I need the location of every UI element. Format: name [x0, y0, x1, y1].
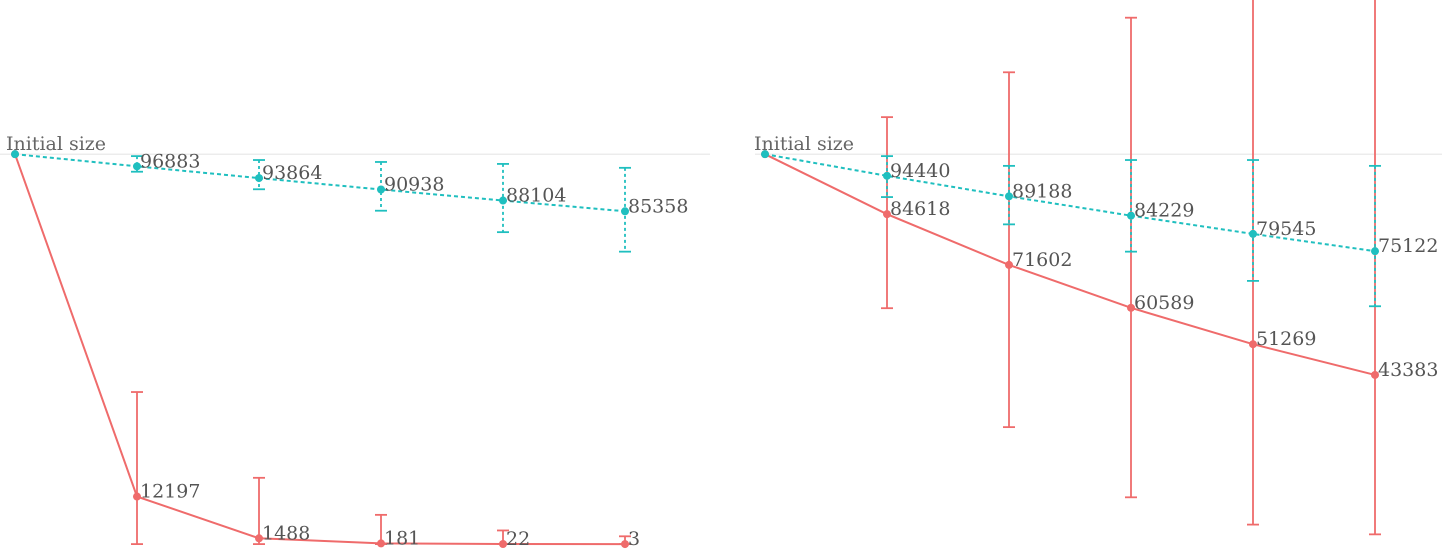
- red-series-data-label: 181: [384, 527, 420, 549]
- red-series-line: [14, 153, 626, 546]
- baseline-label: Initial size: [6, 133, 106, 155]
- red-series-data-label: 1488: [262, 522, 310, 544]
- teal-series-data-label: 84229: [1134, 200, 1194, 222]
- chart-canvas: Initial size 12197 1488 181 22 3 96883 93864 909…: [0, 0, 1442, 550]
- red-series-data-label: 71602: [1012, 249, 1072, 271]
- teal-series-data-label: 89188: [1012, 180, 1072, 202]
- red-series-data-label: 51269: [1256, 328, 1316, 350]
- red-series-data-label: 60589: [1134, 292, 1194, 314]
- teal-series-data-label: 90938: [384, 174, 444, 196]
- teal-series-initial-point: [761, 150, 769, 159]
- teal-series-data-label: 88104: [506, 185, 566, 207]
- baseline-label: Initial size: [754, 133, 854, 155]
- red-series-data-label: 12197: [140, 481, 200, 503]
- teal-series-initial-point: [11, 150, 19, 159]
- red-series-data-label: 22: [506, 528, 530, 550]
- teal-series-data-label: 85358: [628, 195, 688, 217]
- left-panel: Initial size 12197 1488 181 22 3 96883 93864 909…: [0, 133, 710, 550]
- teal-series-data-label: 96883: [140, 150, 200, 172]
- teal-series-data-label: 94440: [890, 160, 950, 182]
- red-series-data-label: 43383: [1378, 359, 1438, 381]
- teal-series-data-label: 93864: [262, 162, 322, 184]
- right-panel: Initial size 84618 71602 60589 51269 43383 944…: [754, 0, 1442, 536]
- red-series-data-label: 3: [628, 528, 640, 550]
- teal-series-data-label: 75122: [1378, 235, 1438, 257]
- teal-series-data-label: 79545: [1256, 218, 1316, 240]
- red-series-data-label: 84618: [890, 198, 950, 220]
